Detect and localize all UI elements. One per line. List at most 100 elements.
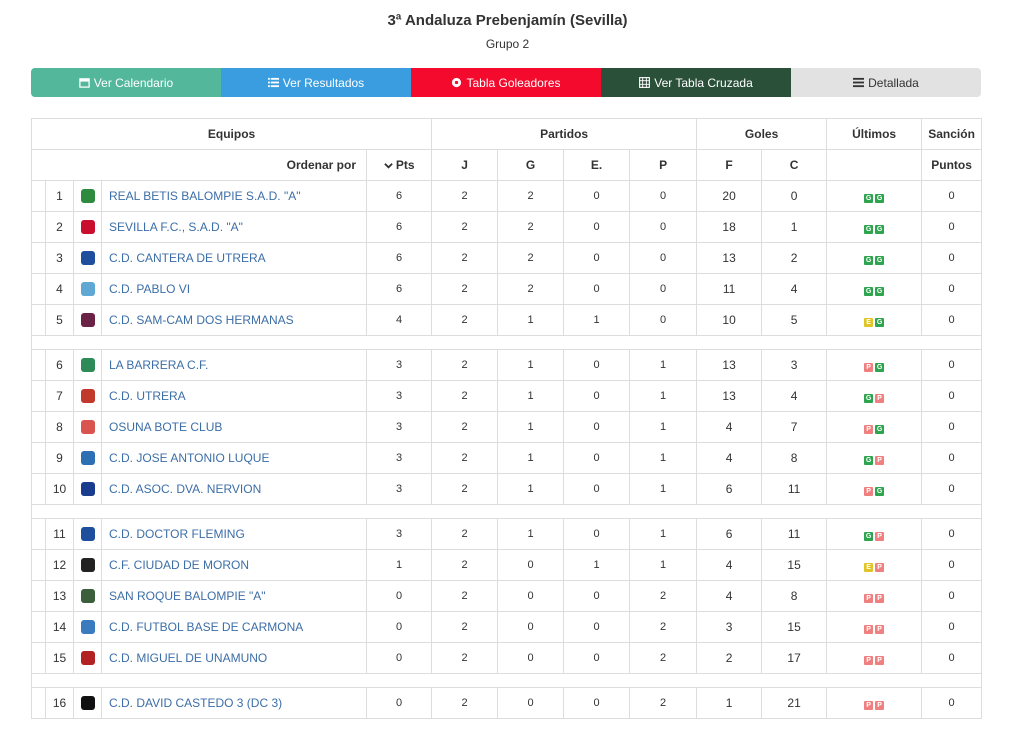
- position-cell: 16: [45, 687, 74, 719]
- position-cell: 14: [45, 611, 74, 643]
- team-crest: [73, 304, 102, 336]
- team-link[interactable]: C.D. CANTERA DE UTRERA: [102, 251, 266, 265]
- row-spacer: [31, 442, 46, 474]
- g-cell: 0: [497, 687, 565, 719]
- tabla-goleadores-button[interactable]: Tabla Goleadores: [411, 68, 601, 97]
- team-link[interactable]: C.D. FUTBOL BASE DE CARMONA: [102, 620, 303, 634]
- team-crest-icon: [80, 527, 95, 542]
- team-link[interactable]: C.D. MIGUEL DE UNAMUNO: [102, 651, 267, 665]
- team-crest-icon: [80, 189, 95, 204]
- team-cell: LA BARRERA C.F.: [101, 349, 367, 381]
- c-cell: 8: [761, 580, 828, 612]
- team-link[interactable]: LA BARRERA C.F.: [102, 358, 208, 372]
- j-cell: 2: [431, 180, 499, 212]
- table-icon: [639, 77, 651, 88]
- f-cell: 13: [696, 242, 763, 274]
- sancion-header: Sanción: [921, 118, 983, 150]
- team-link[interactable]: C.D. JOSE ANTONIO LUQUE: [102, 451, 269, 465]
- separator-cell: [30, 673, 983, 688]
- ver-calendario-button[interactable]: Ver Calendario: [31, 68, 221, 97]
- c-cell: 21: [761, 687, 828, 719]
- equipos-header: Equipos: [30, 118, 433, 150]
- team-cell: C.D. SAM-CAM DOS HERMANAS: [101, 304, 367, 336]
- list-icon: [267, 77, 279, 88]
- team-cell: OSUNA BOTE CLUB: [101, 411, 367, 443]
- c-cell: 0: [761, 180, 828, 212]
- g-cell: 1: [497, 442, 565, 474]
- team-crest-icon: [80, 313, 95, 328]
- f-cell: 11: [696, 273, 763, 305]
- result-win-badge: G: [864, 532, 874, 541]
- result-win-badge: G: [864, 456, 874, 465]
- position-cell: 7: [45, 380, 74, 412]
- result-win-badge: G: [864, 287, 874, 296]
- result-loss-badge: P: [864, 656, 874, 665]
- result-win-badge: G: [875, 425, 885, 434]
- team-link[interactable]: C.D. DAVID CASTEDO 3 (DC 3): [102, 696, 282, 710]
- team-link[interactable]: C.D. DOCTOR FLEMING: [102, 527, 245, 541]
- ver-resultados-button[interactable]: Ver Resultados: [221, 68, 411, 97]
- position-cell: 13: [45, 580, 74, 612]
- ver-tabla-cruzada-button[interactable]: Ver Tabla Cruzada: [601, 68, 791, 97]
- result-loss-badge: P: [875, 656, 885, 665]
- ultimos-cell: PP: [826, 580, 923, 612]
- sancion-cell: 0: [921, 242, 983, 274]
- row-spacer: [31, 242, 46, 274]
- g-cell: 2: [497, 273, 565, 305]
- p-cell: 0: [629, 211, 698, 243]
- pts-cell: 0: [365, 687, 433, 719]
- team-link[interactable]: SEVILLA F.C., S.A.D. "A": [102, 220, 243, 234]
- e-cell: 0: [563, 380, 631, 412]
- team-cell: C.D. DOCTOR FLEMING: [101, 518, 367, 550]
- pts-cell: 0: [365, 642, 433, 674]
- team-link[interactable]: C.D. ASOC. DVA. NERVION: [102, 482, 261, 496]
- p-cell: 1: [629, 442, 698, 474]
- team-link[interactable]: C.D. SAM-CAM DOS HERMANAS: [102, 313, 294, 327]
- team-link[interactable]: REAL BETIS BALOMPIE S.A.D. "A": [102, 189, 300, 203]
- team-link[interactable]: SAN ROQUE BALOMPIE "A": [102, 589, 266, 603]
- j-cell: 2: [431, 549, 499, 581]
- f-cell: 1: [696, 687, 763, 719]
- team-link[interactable]: C.D. UTRERA: [102, 389, 186, 403]
- team-cell: C.D. CANTERA DE UTRERA: [101, 242, 367, 274]
- pts-cell: 6: [365, 211, 433, 243]
- result-loss-badge: P: [875, 701, 885, 710]
- c-cell: 7: [761, 411, 828, 443]
- team-link[interactable]: C.D. PABLO VI: [102, 282, 190, 296]
- row-spacer: [31, 549, 46, 581]
- c-cell: 3: [761, 349, 828, 381]
- team-crest: [73, 518, 102, 550]
- j-cell: 2: [431, 411, 499, 443]
- p-cell: 2: [629, 580, 698, 612]
- table-row: 6 LA BARRERA C.F. 3 2 1 0 1 13 3 PG 0: [31, 349, 983, 381]
- result-loss-badge: P: [864, 625, 874, 634]
- team-link[interactable]: OSUNA BOTE CLUB: [102, 420, 222, 434]
- group-separator: [30, 673, 983, 688]
- team-crest: [73, 642, 102, 674]
- f-cell: 6: [696, 518, 763, 550]
- row-spacer: [31, 687, 46, 719]
- team-crest: [73, 273, 102, 305]
- team-cell: C.D. FUTBOL BASE DE CARMONA: [101, 611, 367, 643]
- p-cell: 0: [629, 304, 698, 336]
- p-cell: 1: [629, 473, 698, 505]
- table-row: 8 OSUNA BOTE CLUB 3 2 1 0 1 4 7 PG 0: [31, 411, 983, 443]
- c-cell: 5: [761, 304, 828, 336]
- e-cell: 1: [563, 304, 631, 336]
- team-cell: REAL BETIS BALOMPIE S.A.D. "A": [101, 180, 367, 212]
- result-loss-badge: P: [875, 594, 885, 603]
- detallada-button[interactable]: Detallada: [791, 68, 981, 97]
- tabla-goleadores-label: Tabla Goleadores: [466, 75, 561, 90]
- team-crest: [73, 242, 102, 274]
- team-link[interactable]: C.F. CIUDAD DE MORON: [102, 558, 249, 572]
- result-loss-badge: P: [875, 532, 885, 541]
- result-loss-badge: P: [875, 625, 885, 634]
- team-crest: [73, 580, 102, 612]
- table-row: 4 C.D. PABLO VI 6 2 2 0 0 11 4 GG 0: [31, 273, 983, 305]
- team-crest-icon: [80, 420, 95, 435]
- sort-pts-header[interactable]: Pts: [365, 149, 433, 181]
- e-cell: 0: [563, 242, 631, 274]
- p-cell: 2: [629, 687, 698, 719]
- ver-calendario-label: Ver Calendario: [93, 75, 174, 90]
- result-win-badge: G: [864, 225, 874, 234]
